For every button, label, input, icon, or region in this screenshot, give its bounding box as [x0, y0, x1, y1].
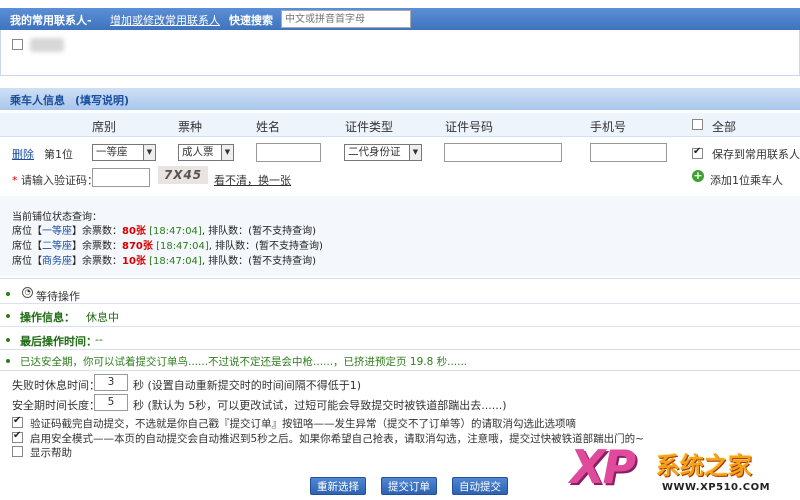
captcha-label: * 请输入验证码： — [12, 174, 98, 187]
name-input[interactable] — [256, 143, 321, 162]
bullet-icon — [6, 359, 10, 363]
select-all-label: 全部 — [712, 120, 737, 134]
contact-name-blurred — [30, 38, 64, 52]
add-passenger-link[interactable]: 添加1位乘车人 — [710, 172, 783, 188]
clock-icon: ◔ — [22, 287, 33, 298]
edit-contacts-link[interactable]: 增加或修改常用联系人 — [110, 12, 220, 28]
status-heading: 当前铺位状态查询： — [12, 212, 102, 223]
bullet-icon — [6, 338, 10, 342]
passenger-header-bar: 乘车人信息 (填写说明) — [0, 88, 800, 110]
seat-class-select[interactable]: 一等座 ▼ — [92, 144, 156, 161]
show-help-label: 显示帮助 — [30, 447, 72, 459]
xp-brand-text: XP — [570, 440, 636, 494]
safe-time-hint: 秒 (默认为 5秒，可以更改试试，过短可能会导致提交时被铁道部踹出去......… — [133, 399, 507, 412]
contact-checkbox[interactable] — [12, 39, 23, 50]
auto-submit-button[interactable]: 自动提交 — [452, 477, 508, 495]
contacts-list — [0, 30, 800, 76]
header-ticket-type: 票种 — [178, 120, 203, 134]
ticket-type-value: 成人票 — [182, 146, 214, 158]
contacts-title: 我的常用联系人- — [10, 14, 92, 27]
fail-rest-input[interactable]: 3 — [94, 374, 128, 391]
id-number-input[interactable] — [444, 143, 562, 162]
save-contact-checkbox[interactable] — [692, 146, 703, 159]
last-op-time-value: -- — [95, 333, 103, 346]
safe-time-input[interactable]: 5 — [94, 394, 128, 411]
xp-watermark-logo: XP 系统之家 WWW.XP510.COM — [570, 440, 800, 500]
chevron-down-icon: ▼ — [409, 145, 421, 160]
auto-submit-after-captcha-checkbox[interactable] — [12, 415, 23, 428]
phone-input[interactable] — [590, 143, 667, 162]
header-id-type: 证件类型 — [345, 120, 394, 134]
quick-search-input[interactable] — [281, 10, 411, 28]
safe-mode-checkbox[interactable] — [12, 430, 23, 443]
last-op-time-label: 最后操作时间： — [20, 335, 97, 348]
fail-rest-label: 失败时休息时间： — [12, 379, 100, 392]
header-id-number: 证件号码 — [445, 120, 494, 134]
fail-rest-hint: 秒 (设置自动重新提交时的时间间隔不得低于1) — [133, 379, 362, 392]
show-help-checkbox[interactable] — [12, 446, 23, 457]
xp-site-url: WWW.XP510.COM — [662, 482, 771, 493]
divider — [0, 349, 800, 350]
passenger-position: 第1位 — [44, 148, 73, 161]
header-seat-class: 席别 — [92, 120, 117, 134]
divider — [0, 303, 800, 304]
bullet-icon — [6, 292, 10, 296]
header-name: 姓名 — [256, 120, 281, 134]
id-type-value: 二代身份证 — [348, 146, 401, 158]
status-row: 席位【一等座】余票数：80张 [18:47:04], 排队数：(暂不支持查询) — [12, 226, 316, 237]
captcha-refresh-link[interactable]: 看不清，换一张 — [214, 172, 291, 188]
id-type-select[interactable]: 二代身份证 ▼ — [344, 144, 422, 161]
op-info-value: 休息中 — [86, 311, 119, 324]
submit-order-button[interactable]: 提交订单 — [381, 477, 437, 495]
add-icon: + — [692, 169, 704, 182]
quick-search-label: 快速搜索 — [229, 14, 273, 27]
status-row: 席位【二等座】余票数：870张 [18:47:04], 排队数：(暂不支持查询) — [12, 241, 323, 252]
captcha-input[interactable] — [92, 168, 150, 187]
xp-site-name: 系统之家 — [656, 452, 752, 480]
delete-passenger-link[interactable]: 删除 — [12, 146, 34, 162]
header-phone: 手机号 — [590, 120, 627, 134]
select-all-checkbox[interactable] — [692, 119, 703, 130]
ticket-type-select[interactable]: 成人票 ▼ — [178, 144, 234, 161]
passenger-title: 乘车人信息 — [10, 94, 65, 107]
reselect-button[interactable]: 重新选择 — [310, 477, 366, 495]
seat-class-value: 一等座 — [96, 146, 128, 158]
help-link[interactable]: (填写说明) — [75, 92, 129, 108]
status-row: 席位【商务座】余票数：10张 [18:47:04], 排队数：(暂不支持查询) — [12, 256, 316, 267]
op-info-label: 操作信息： — [20, 311, 75, 324]
save-contact-label: 保存到常用联系人 — [712, 148, 800, 161]
safe-time-label: 安全期时间长度： — [12, 399, 100, 412]
auto-submit-after-captcha-label: 验证码截完自动提交，不选就是你自己戳『提交订单』按钮咯——发生异常（提交不了订单… — [30, 418, 576, 430]
divider — [0, 278, 800, 279]
bullet-icon — [6, 314, 10, 318]
safe-mode-label: 启用安全模式——本页的自动提交会自动推迟到5秒之后。如果你希望自己抢表，请取消勾… — [30, 433, 644, 445]
divider — [0, 326, 800, 327]
divider — [0, 370, 800, 371]
safe-period-message: 已达安全期，你可以试着提交订单鸟......不过说不定还是会中枪......，已… — [20, 356, 468, 368]
passenger-table-header: 席别 票种 姓名 证件类型 证件号码 手机号 全部 — [0, 113, 800, 137]
chevron-down-icon: ▼ — [143, 145, 155, 160]
chevron-down-icon: ▼ — [221, 145, 233, 160]
wait-status: 等待操作 — [36, 290, 80, 303]
captcha-image[interactable]: 7X45 — [158, 166, 208, 184]
